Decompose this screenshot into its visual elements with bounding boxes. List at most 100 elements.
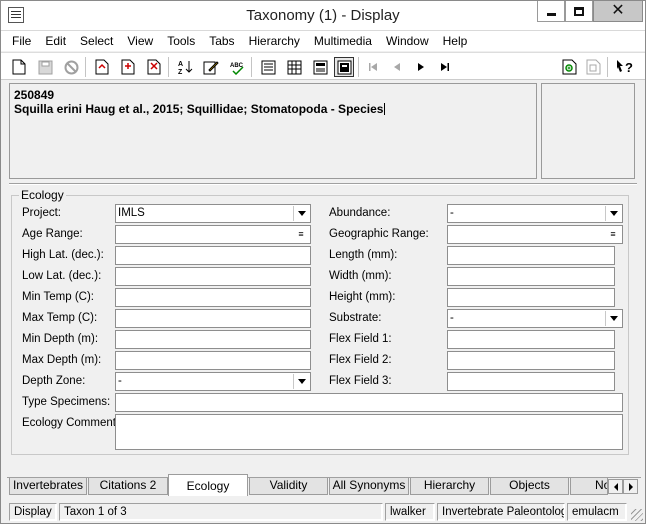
maximize-button[interactable]	[565, 1, 593, 22]
tab-hierarchy[interactable]: Hierarchy	[410, 478, 489, 495]
status-mode: Display	[9, 503, 57, 521]
menu-edit[interactable]: Edit	[38, 31, 73, 51]
menu-select[interactable]: Select	[73, 31, 120, 51]
project-value: IMLS	[118, 207, 145, 219]
chevron-down-icon[interactable]	[293, 206, 309, 221]
save-icon[interactable]	[35, 57, 55, 77]
add-icon[interactable]	[118, 57, 138, 77]
menu-window[interactable]: Window	[379, 31, 436, 51]
record-summary-text: Squilla erini Haug et al., 2015; Squilli…	[14, 102, 384, 116]
tab-invertebrates[interactable]: Invertebrates	[9, 478, 87, 495]
help-icon[interactable]: ?	[615, 57, 635, 77]
svg-text:?: ?	[625, 60, 633, 75]
first-record-icon[interactable]	[363, 57, 383, 77]
width-field[interactable]	[447, 267, 615, 286]
ecology-comments-field[interactable]	[115, 414, 623, 450]
geographic-range-field[interactable]: ≡	[447, 225, 623, 244]
status-user: lwalker	[385, 503, 435, 521]
menu-tools[interactable]: Tools	[160, 31, 202, 51]
title-bar[interactable]: Taxonomy (1) - Display ✕	[1, 1, 645, 31]
max-temp-field[interactable]	[115, 309, 311, 328]
next-record-icon[interactable]	[411, 57, 431, 77]
age-range-label: Age Range:	[22, 228, 83, 240]
open-icon[interactable]	[92, 57, 112, 77]
abundance-value: -	[450, 207, 454, 219]
max-depth-field[interactable]	[115, 351, 311, 370]
height-label: Height (mm):	[329, 291, 396, 303]
project-combo[interactable]: IMLS	[115, 204, 311, 223]
record-summary-panel[interactable]: 250849 Squilla erini Haug et al., 2015; …	[9, 83, 537, 179]
menu-hierarchy[interactable]: Hierarchy	[242, 31, 307, 51]
maximize-icon	[574, 6, 584, 16]
application-window: Taxonomy (1) - Display ✕ File Edit Selec…	[0, 0, 646, 524]
menu-help[interactable]: Help	[436, 31, 475, 51]
spell-check-icon[interactable]: ABC	[227, 57, 247, 77]
project-label: Project:	[22, 207, 61, 219]
new-record-icon[interactable]	[9, 57, 29, 77]
flex-field-1-input[interactable]	[447, 330, 615, 349]
sort-icon[interactable]: AZ	[175, 57, 195, 77]
tab-all-synonyms[interactable]: All Synonyms	[329, 478, 409, 495]
minimize-icon	[546, 12, 556, 16]
copy-icon[interactable]	[583, 57, 603, 77]
min-depth-field[interactable]	[115, 330, 311, 349]
form-view-icon[interactable]	[310, 57, 330, 77]
menu-view[interactable]: View	[120, 31, 160, 51]
tab-validity[interactable]: Validity	[249, 478, 328, 495]
svg-text:A: A	[178, 61, 183, 68]
edit-icon[interactable]	[201, 57, 221, 77]
lookup-icon[interactable]: ≡	[293, 227, 309, 242]
status-department: Invertebrate Paleontology	[437, 503, 565, 521]
splitter[interactable]	[9, 183, 637, 185]
menu-multimedia[interactable]: Multimedia	[307, 31, 379, 51]
flex-field-3-label: Flex Field 3:	[329, 375, 392, 387]
depth-zone-combo[interactable]: -	[115, 372, 311, 391]
cancel-icon[interactable]	[61, 57, 81, 77]
flex-field-3-input[interactable]	[447, 372, 615, 391]
flex-field-2-input[interactable]	[447, 351, 615, 370]
delete-icon[interactable]	[144, 57, 164, 77]
menu-tabs[interactable]: Tabs	[202, 31, 241, 51]
resize-grip-icon[interactable]	[631, 509, 643, 521]
substrate-combo[interactable]: -	[447, 309, 623, 328]
attach-icon[interactable]	[559, 57, 579, 77]
tab-scroll-left-button[interactable]	[608, 479, 623, 494]
previous-record-icon[interactable]	[387, 57, 407, 77]
abundance-combo[interactable]: -	[447, 204, 623, 223]
menu-bar: File Edit Select View Tools Tabs Hierarc…	[1, 31, 645, 51]
menu-file[interactable]: File	[5, 31, 38, 51]
width-label: Width (mm):	[329, 270, 392, 282]
min-temp-field[interactable]	[115, 288, 311, 307]
tab-notes[interactable]: Notes	[570, 478, 608, 495]
thumbnail-panel[interactable]	[541, 83, 635, 179]
depth-zone-value: -	[118, 375, 122, 387]
lookup-icon[interactable]: ≡	[605, 227, 621, 242]
low-lat-field[interactable]	[115, 267, 311, 286]
type-specimens-field[interactable]	[115, 393, 623, 412]
record-summary: Squilla erini Haug et al., 2015; Squilli…	[14, 102, 386, 116]
text-cursor	[384, 103, 386, 115]
chevron-down-icon[interactable]	[605, 206, 621, 221]
chevron-down-icon[interactable]	[293, 374, 309, 389]
chevron-down-icon[interactable]	[605, 311, 621, 326]
close-button[interactable]: ✕	[593, 1, 643, 22]
close-icon: ✕	[611, 2, 625, 19]
tab-scroll-right-button[interactable]	[623, 479, 638, 494]
tab-ecology[interactable]: Ecology	[168, 474, 248, 496]
last-record-icon[interactable]	[435, 57, 455, 77]
high-lat-field[interactable]	[115, 246, 311, 265]
record-view-icon[interactable]	[334, 57, 354, 77]
length-field[interactable]	[447, 246, 615, 265]
grid-view-icon[interactable]	[284, 57, 304, 77]
status-machine: emulacm	[567, 503, 627, 521]
status-position: Taxon 1 of 3	[59, 503, 383, 521]
min-depth-label: Min Depth (m):	[22, 333, 99, 345]
details-view-icon[interactable]	[258, 57, 278, 77]
tab-citations-2[interactable]: Citations 2	[88, 478, 168, 495]
tab-objects[interactable]: Objects	[490, 478, 569, 495]
ecology-comments-label: Ecology Comments:	[22, 417, 125, 429]
age-range-field[interactable]: ≡	[115, 225, 311, 244]
minimize-button[interactable]	[537, 1, 565, 22]
height-field[interactable]	[447, 288, 615, 307]
svg-text:Z: Z	[178, 69, 183, 75]
